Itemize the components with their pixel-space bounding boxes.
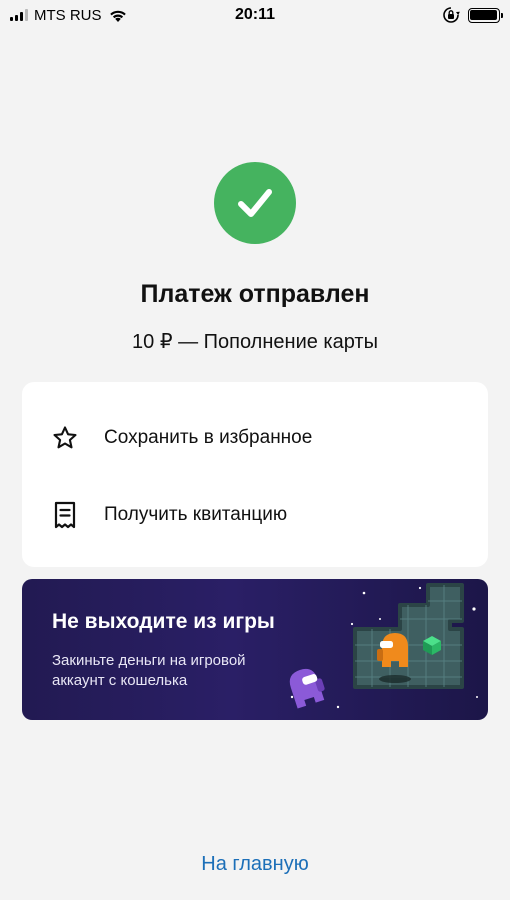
success-status-icon: [214, 162, 296, 244]
payment-summary: 10 ₽ — Пополнение карты: [132, 331, 378, 353]
status-time: 20:11: [234, 6, 276, 23]
game-illustration: [289, 583, 478, 709]
payment-status-title: Платеж отправлен: [140, 280, 370, 308]
signal-icon: [10, 9, 28, 21]
receipt-icon: [52, 501, 78, 529]
wifi-icon: [109, 10, 126, 22]
status-bar-right: [320, 6, 503, 24]
checkmark-icon: [238, 189, 272, 217]
status-bar-left: MTS RUS: [10, 7, 190, 24]
get-receipt-button[interactable]: Получить квитанцию: [22, 480, 488, 550]
star-icon: [52, 425, 78, 451]
game-promo-banner[interactable]: Не выходите из игры Закиньте деньги на и…: [22, 579, 488, 720]
payment-actions-card: Сохранить в избранное Получить квитанцию: [22, 382, 488, 567]
status-bar: MTS RUS 20:11: [0, 0, 510, 30]
go-home-link[interactable]: На главную: [0, 853, 510, 876]
banner-title: Не выходите из игры: [52, 610, 275, 633]
banner-description: Закиньте деньги на игровой аккаунт с кош…: [52, 652, 246, 689]
carrier-name: MTS RUS: [34, 6, 102, 24]
payment-success-screen: MTS RUS 20:11 Платеж отправлен 10 ₽ — По…: [0, 0, 510, 900]
battery-icon: [467, 7, 503, 23]
purple-character: [289, 668, 325, 709]
save-to-favorites-button[interactable]: Сохранить в избранное: [22, 403, 488, 473]
save-to-favorites-label: Сохранить в избранное: [104, 427, 313, 448]
get-receipt-label: Получить квитанцию: [104, 504, 288, 525]
orientation-lock-icon: [443, 7, 460, 23]
